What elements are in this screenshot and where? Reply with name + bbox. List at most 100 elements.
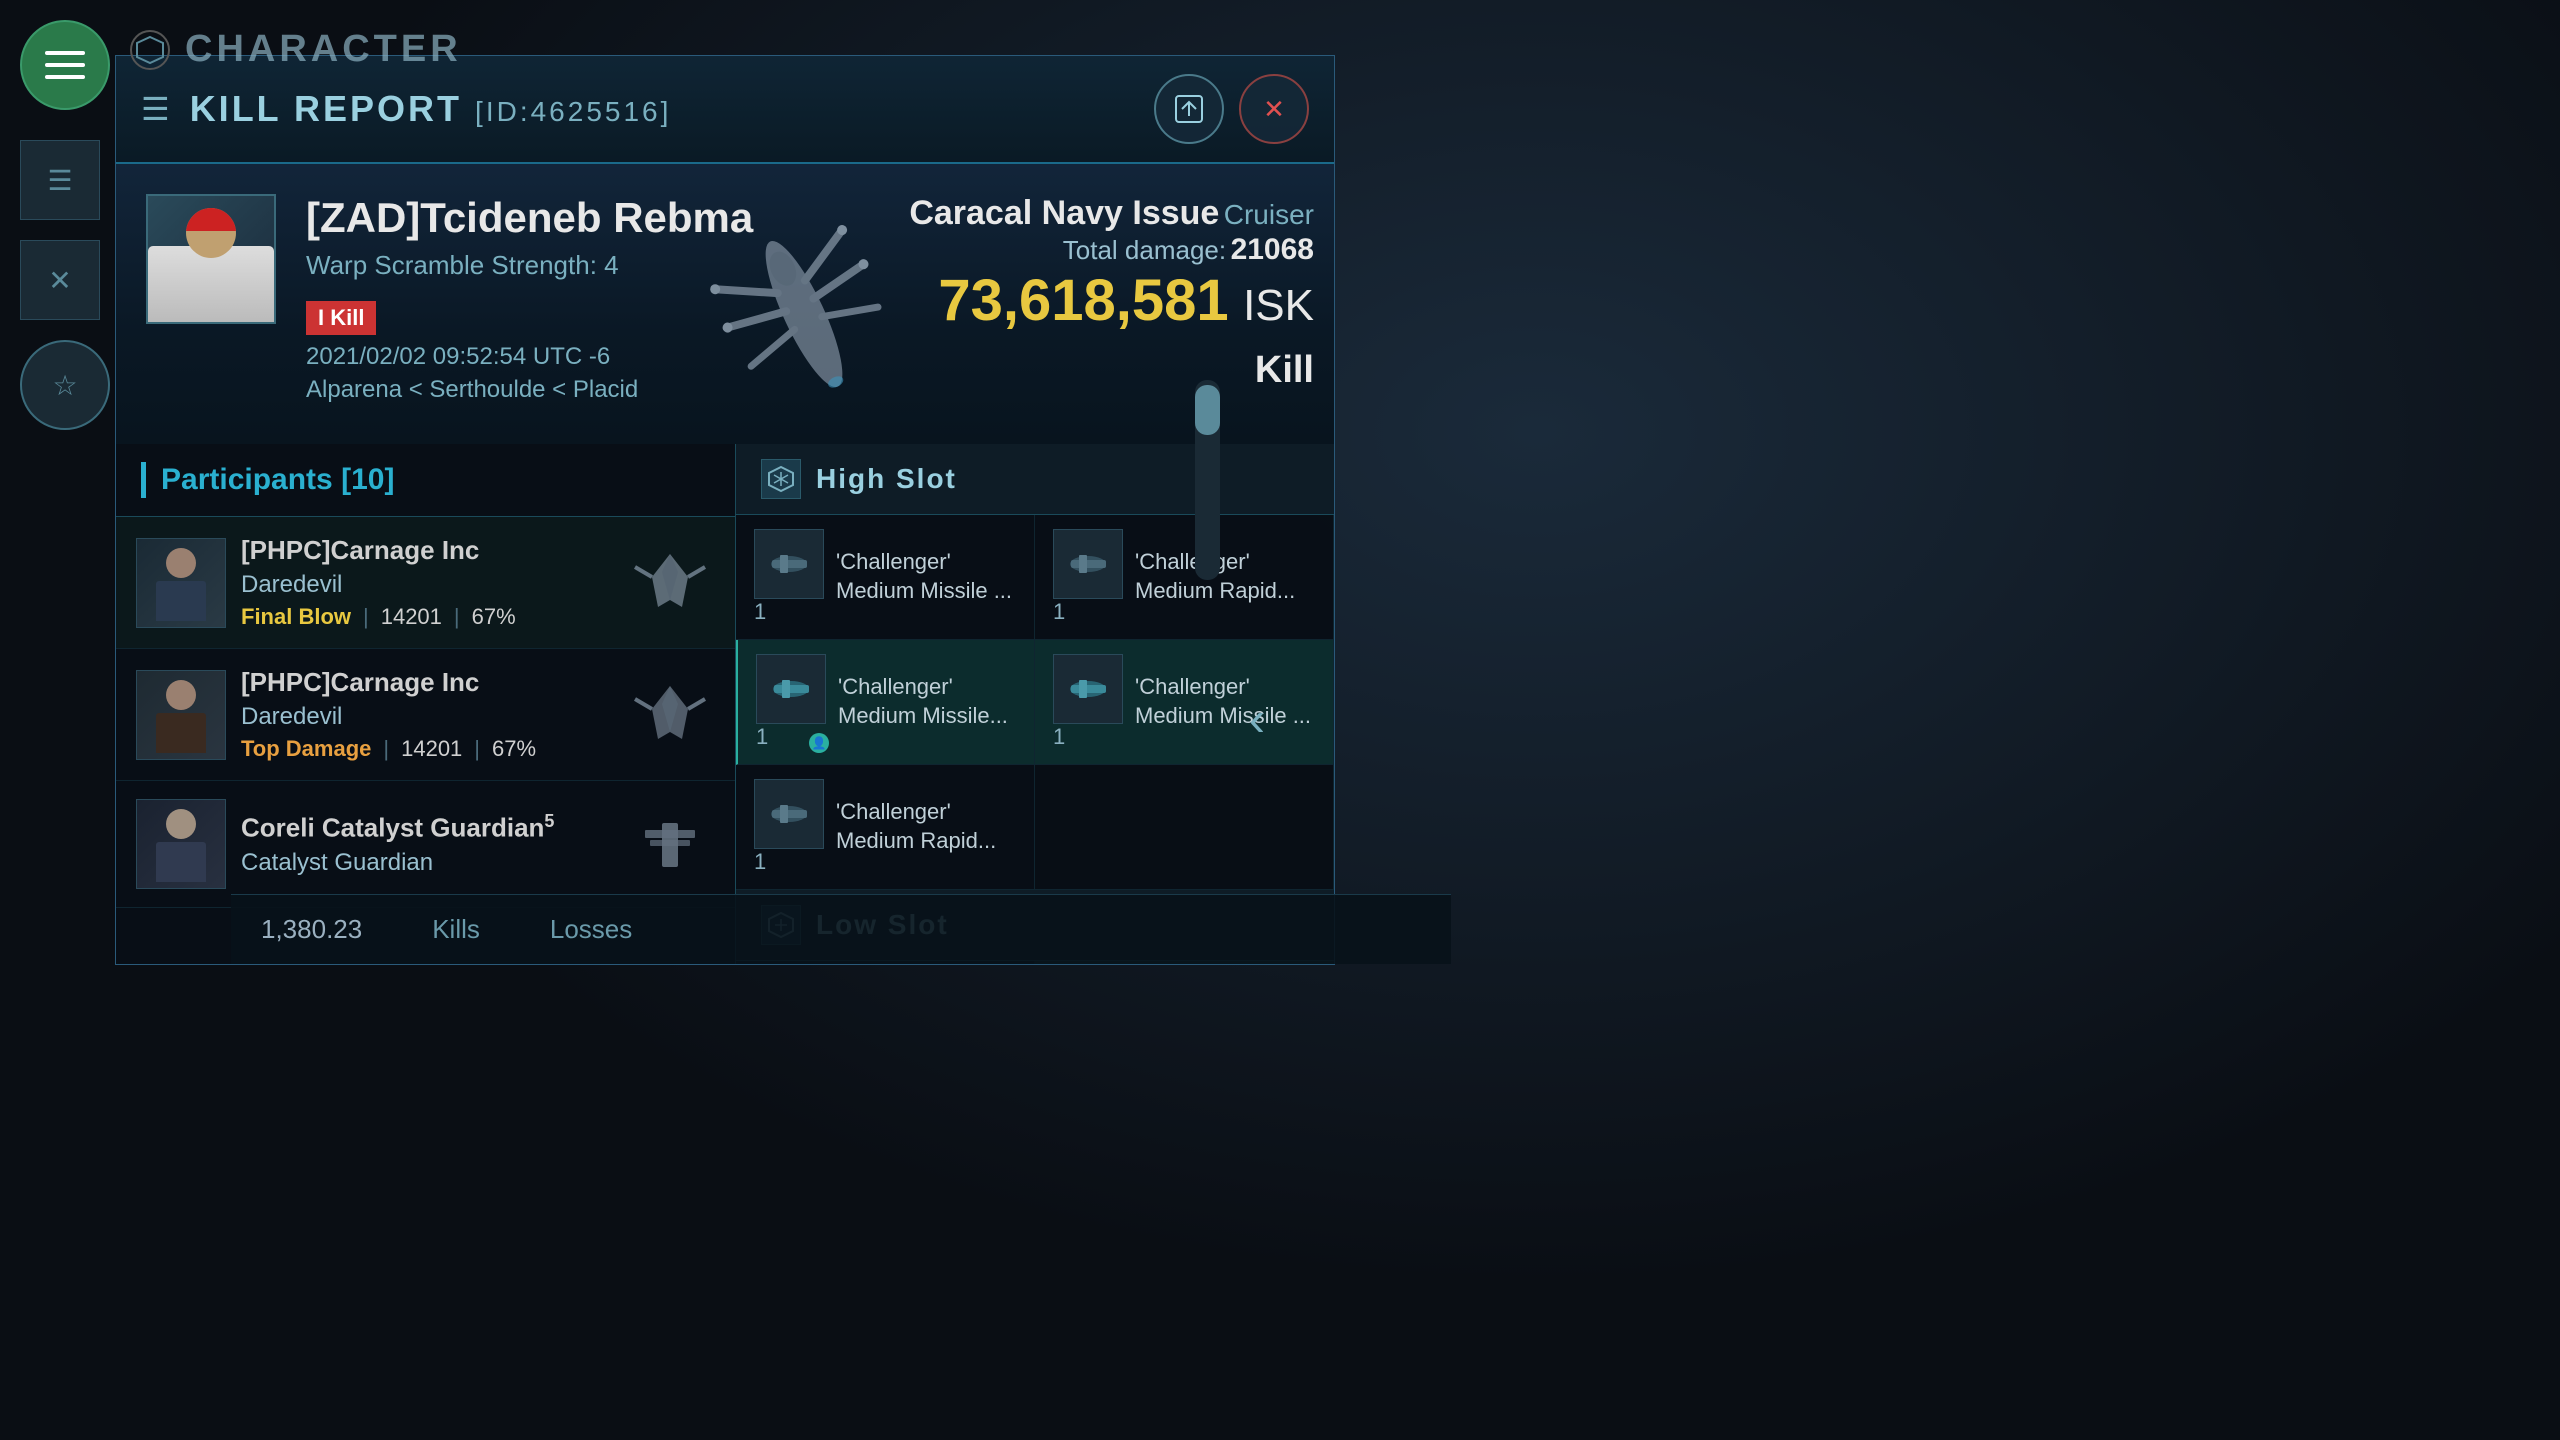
equipment-panel: High Slot 1 (736, 444, 1334, 964)
panel-header-right: ✕ (1154, 74, 1309, 144)
bottom-val-1: 1,380.23 (261, 914, 362, 945)
close-button[interactable]: ✕ (1239, 74, 1309, 144)
participant-info-2: [PHPC]Carnage Inc Daredevil Top Damage |… (241, 667, 610, 762)
participants-bar-accent (141, 462, 146, 498)
list-item[interactable]: 👤 1 'Challenger' Medium Missile... (736, 640, 1035, 765)
panel-title: KILL REPORT [ID:4625516] (190, 88, 672, 130)
close-icon: ✕ (1263, 94, 1285, 125)
equip-qty-3: 1 (756, 724, 768, 749)
scrollbar-thumb (1195, 385, 1220, 435)
isk-value: 73,618,581 (938, 268, 1228, 333)
table-row[interactable]: [PHPC]Carnage Inc Daredevil Final Blow |… (116, 517, 735, 649)
equip-icon-wrapper-4: 1 (1053, 654, 1123, 750)
sidebar-menu-icon[interactable]: ☰ (20, 140, 100, 220)
equip-name-5: 'Challenger' Medium Rapid... (836, 798, 1016, 855)
participant-avatar-2 (136, 670, 226, 760)
kill-report-panel: ☰ KILL REPORT [ID:4625516] ✕ (115, 55, 1335, 965)
kill-type: Kill (909, 349, 1314, 392)
x-icon: ✕ (48, 264, 71, 297)
equip-name-3: 'Challenger' Medium Missile... (838, 673, 1016, 730)
ship-name: Caracal Navy Issue (909, 194, 1219, 232)
character-icon (130, 30, 170, 70)
damage-percent-1: 67% (472, 604, 516, 630)
equip-icon-5 (754, 779, 824, 849)
list-item[interactable]: 1 'Challenger' Medium Missile ... (736, 515, 1035, 640)
ship-icon-2 (625, 680, 715, 750)
equip-name-2: 'Challenger' Medium Rapid... (1135, 548, 1315, 605)
character-label: CHARACTER (185, 28, 462, 71)
participants-header: Participants [10] (116, 444, 735, 517)
equip-name-4: 'Challenger' Medium Missile ... (1135, 673, 1315, 730)
participant-badges-2: Top Damage | 14201 | 67% (241, 736, 610, 762)
isk-unit: ISK (1243, 281, 1314, 330)
left-sidebar: ☰ ✕ ☆ (20, 140, 110, 430)
participants-title: Participants [10] (161, 463, 394, 497)
damage-label: Total damage: (1063, 235, 1226, 265)
equip-empty-cell (1035, 765, 1334, 890)
equip-qty-2: 1 (1053, 599, 1065, 624)
export-button[interactable] (1154, 74, 1224, 144)
character-header: CHARACTER (130, 28, 462, 71)
equip-qty-1: 1 (754, 599, 766, 624)
victim-avatar (146, 194, 276, 324)
equip-qty-5: 1 (754, 849, 766, 874)
participants-count: [10] (341, 463, 394, 496)
top-menu-button[interactable] (20, 20, 110, 110)
equip-icon-4 (1053, 654, 1123, 724)
table-row[interactable]: Coreli Catalyst Guardian5 Catalyst Guard… (116, 781, 735, 908)
participant-ship-2: Daredevil (241, 703, 610, 731)
kill-right-info: Caracal Navy Issue Cruiser Total damage:… (909, 194, 1314, 392)
participant-avatar-3 (136, 799, 226, 889)
bottom-bar: 1,380.23 Kills Losses (231, 894, 1451, 964)
equip-icon-2 (1053, 529, 1123, 599)
star-icon: ☆ (52, 369, 77, 402)
kill-report-id: [ID:4625516] (475, 96, 671, 127)
participant-info-1: [PHPC]Carnage Inc Daredevil Final Blow |… (241, 535, 610, 630)
list-item[interactable]: 1 'Challenger' Medium Rapid... (736, 765, 1035, 890)
ship-class: Cruiser (1224, 199, 1314, 230)
participant-avatar-1 (136, 538, 226, 628)
participant-corp-1: [PHPC]Carnage Inc (241, 535, 610, 566)
panel-header-left: ☰ KILL REPORT [ID:4625516] (141, 88, 671, 130)
participant-corp-2: [PHPC]Carnage Inc (241, 667, 610, 698)
table-row[interactable]: [PHPC]Carnage Inc Daredevil Top Damage |… (116, 649, 735, 781)
scrollbar[interactable] (1195, 380, 1220, 580)
panel-header: ☰ KILL REPORT [ID:4625516] ✕ (116, 56, 1334, 164)
participant-badges-1: Final Blow | 14201 | 67% (241, 604, 610, 630)
participant-corp-3: Coreli Catalyst Guardian5 (241, 811, 610, 844)
high-slot-icon (761, 459, 801, 499)
list-item[interactable]: 1 'Challenger' Medium Rapid... (1035, 515, 1334, 640)
kill-badge: I Kill (306, 301, 376, 335)
ship-icon-3 (625, 809, 715, 879)
export-icon (1174, 94, 1204, 124)
sidebar-close-icon[interactable]: ✕ (20, 240, 100, 320)
equip-name-1: 'Challenger' Medium Missile ... (836, 548, 1016, 605)
equip-qty-4: 1 (1053, 724, 1065, 749)
participant-ship-1: Daredevil (241, 571, 610, 599)
losses-label: Losses (550, 914, 632, 945)
damage-value-2: 14201 (401, 736, 462, 762)
right-arrow-button[interactable]: ‹ (1249, 693, 1265, 748)
equip-icon-wrapper-2: 1 (1053, 529, 1123, 625)
equip-icon-wrapper-5: 1 (754, 779, 824, 875)
high-slot-title: High Slot (816, 463, 957, 495)
sidebar-star-button[interactable]: ☆ (20, 340, 110, 430)
participant-ship-3: Catalyst Guardian (241, 849, 610, 877)
equip-icon-wrapper-1: 1 (754, 529, 824, 625)
damage-value: 21068 (1231, 233, 1314, 266)
participant-info-3: Coreli Catalyst Guardian5 Catalyst Guard… (241, 811, 610, 877)
kills-label: Kills (432, 914, 480, 945)
participants-panel: Participants [10] [PHPC]Carnage Inc (116, 444, 736, 964)
list-item[interactable]: 1 'Challenger' Medium Missile ... (1035, 640, 1334, 765)
kill-report-label: KILL REPORT (190, 88, 462, 129)
participants-label: Participants (161, 463, 333, 496)
ship-icon-1 (625, 548, 715, 618)
kill-body: [ZAD]Tcideneb Rebma Warp Scramble Streng… (116, 164, 1334, 444)
top-damage-badge: Top Damage (241, 736, 371, 762)
high-slot-header: High Slot (736, 444, 1334, 515)
high-slot-grid: 1 'Challenger' Medium Missile ... (736, 515, 1334, 890)
equip-icon-wrapper-3: 👤 1 (756, 654, 826, 750)
avatar-image (148, 196, 274, 322)
ship-image (664, 194, 944, 434)
panel-menu-button[interactable]: ☰ (141, 90, 170, 128)
